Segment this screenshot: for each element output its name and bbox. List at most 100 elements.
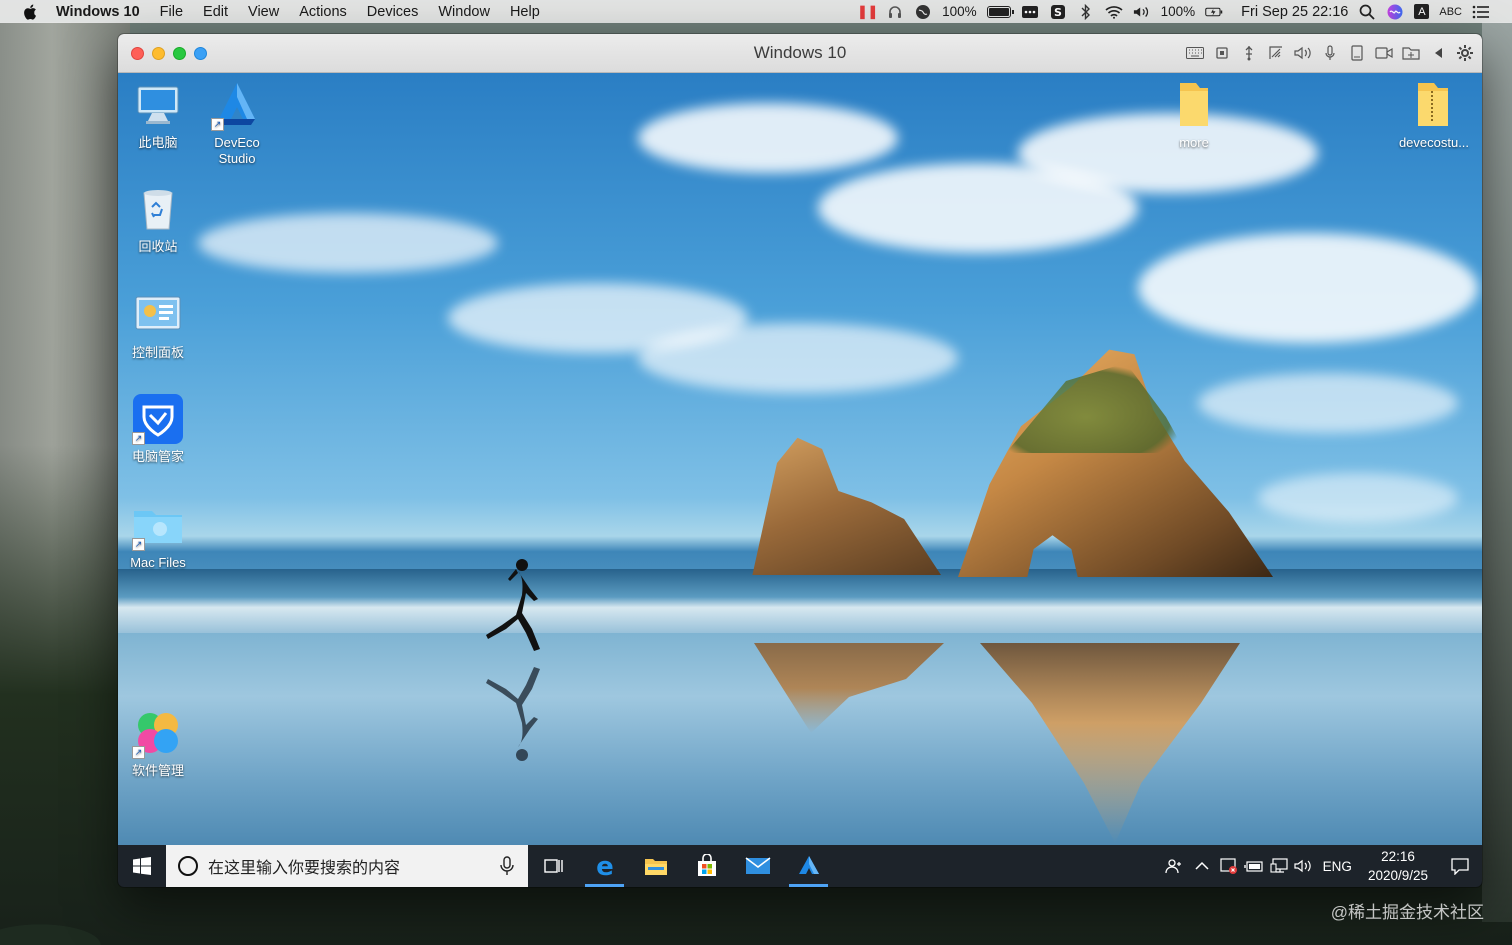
apple-menu-icon[interactable]: [22, 3, 40, 21]
bluetooth-icon[interactable]: [1077, 3, 1095, 20]
menu-file[interactable]: File: [160, 4, 183, 20]
input-source-label[interactable]: ABC: [1439, 6, 1462, 18]
windows-logo-icon: [133, 857, 151, 875]
action-center-icon[interactable]: [1438, 857, 1482, 875]
network-icon[interactable]: [1267, 858, 1292, 874]
battery-percent-1: 100%: [942, 4, 977, 19]
cortana-icon[interactable]: [178, 856, 198, 876]
menubar-status-area: ❚❚ 100% S 100% Fri Sep 25 22:16 A ABC: [857, 3, 1512, 20]
menubar-datetime[interactable]: Fri Sep 25 22:16: [1241, 4, 1348, 20]
desktop-icon-devecostudio-zip[interactable]: devecostu...: [1394, 79, 1474, 151]
menu-app-name[interactable]: Windows 10: [56, 4, 140, 20]
dots-icon[interactable]: [1021, 4, 1039, 20]
desktop-icon-deveco-studio[interactable]: ↗ DevEco Studio: [197, 79, 277, 167]
cloud: [1138, 233, 1478, 343]
desktop-icon-control-panel[interactable]: 控制面板: [118, 289, 198, 361]
taskbar-file-explorer-app[interactable]: [630, 845, 681, 887]
security-alert-icon[interactable]: [1217, 857, 1242, 875]
show-hidden-icons-chevron-icon[interactable]: [1187, 861, 1217, 871]
cloud: [198, 213, 498, 273]
cloud: [1198, 373, 1458, 433]
desktop-icon-label: more: [1179, 135, 1209, 150]
battery-icon[interactable]: [986, 5, 1014, 18]
taskbar-edge-app[interactable]: e: [579, 845, 630, 887]
input-language-indicator[interactable]: ENG: [1317, 859, 1358, 874]
zip-folder-icon: [1418, 83, 1448, 126]
deveco-studio-icon: ↗: [211, 79, 263, 131]
menu-devices[interactable]: Devices: [367, 4, 419, 20]
vm-titlebar[interactable]: Windows 10: [118, 34, 1482, 73]
menu-actions[interactable]: Actions: [299, 4, 347, 20]
desktop-icon-label: DevEco Studio: [214, 135, 260, 166]
desktop-icon-label: 此电脑: [138, 135, 178, 150]
desktop-icon-label: 控制面板: [131, 345, 184, 360]
siri-icon[interactable]: [1386, 4, 1404, 20]
recycle-bin-icon: [143, 190, 173, 230]
mac-files-folder-icon: ↗: [132, 499, 184, 551]
taskbar-deveco-studio-app[interactable]: [783, 845, 834, 887]
cloud: [638, 103, 898, 173]
deveco-studio-icon: [798, 856, 819, 874]
desktop-icon-pc-manager[interactable]: ↗ 电脑管家: [118, 393, 198, 465]
sea: [118, 569, 1482, 639]
parallels-pause-icon[interactable]: ❚❚: [857, 4, 879, 20]
taskbar-search-box[interactable]: 在这里输入你要搜索的内容: [166, 845, 528, 887]
start-button[interactable]: [118, 845, 166, 887]
folder-icon: [1180, 83, 1208, 126]
windows-desktop[interactable]: 此电脑 ↗ DevEco Studio 回收站 控制面板 ↗ 电脑管家 ↗ Ma…: [118, 73, 1482, 845]
mac-wallpaper-right-edge: [1482, 22, 1512, 922]
menu-help[interactable]: Help: [510, 4, 540, 20]
watermark: @稀土掘金技术社区: [1330, 903, 1484, 922]
globe-icon[interactable]: [914, 4, 932, 20]
file-explorer-icon: [644, 859, 667, 875]
system-tray: ENG 22:16 2020/9/25: [1162, 845, 1482, 887]
mac-menubar: Windows 10 File Edit View Actions Device…: [0, 0, 1512, 23]
mail-icon: [745, 857, 770, 874]
s-app-icon[interactable]: S: [1049, 4, 1067, 20]
desktop-icon-more[interactable]: more: [1154, 79, 1234, 151]
battery-percent-2: 100%: [1160, 4, 1196, 19]
menu-edit[interactable]: Edit: [203, 4, 228, 20]
desktop-icon-mac-files[interactable]: ↗ Mac Files: [118, 499, 198, 571]
cloud: [638, 323, 958, 393]
notification-center-icon[interactable]: [1472, 4, 1490, 20]
windows-taskbar: 在这里输入你要搜索的内容 e ENG 22:16 2020/9/25: [118, 845, 1482, 887]
people-icon[interactable]: [1162, 858, 1187, 874]
desktop-icon-label: 回收站: [138, 239, 178, 254]
desktop-icon-recycle-bin[interactable]: 回收站: [118, 183, 198, 255]
svg-text:e: e: [596, 853, 614, 879]
desktop-icon-label: devecostu...: [1398, 135, 1470, 150]
power-battery-icon[interactable]: [1242, 859, 1267, 873]
desktop-icon-label: Mac Files: [130, 555, 186, 570]
headphones-icon[interactable]: [886, 4, 904, 20]
desktop-icon-label: 电脑管家: [131, 449, 184, 464]
computer-icon: [137, 86, 179, 124]
clock-time: 22:16: [1381, 849, 1415, 864]
task-view-icon: [543, 859, 563, 873]
desktop-icon-software-manager[interactable]: ↗ 软件管理: [118, 707, 198, 779]
runner-reflection: [486, 667, 540, 761]
task-view-button[interactable]: [528, 845, 579, 887]
edge-browser-icon: e: [596, 853, 614, 879]
microphone-icon[interactable]: [500, 856, 514, 876]
sea-rock-left: [752, 437, 941, 575]
battery-charging-icon[interactable]: [1205, 4, 1223, 20]
input-source-badge[interactable]: A: [1414, 4, 1430, 19]
pc-manager-icon: ↗: [132, 393, 184, 445]
wifi-icon[interactable]: [1105, 4, 1123, 20]
taskbar-store-app[interactable]: [681, 845, 732, 887]
cloud: [1258, 473, 1458, 523]
desktop-icon-label: 软件管理: [131, 763, 184, 778]
taskbar-mail-app[interactable]: [732, 845, 783, 887]
menu-window[interactable]: Window: [438, 4, 490, 20]
menu-view[interactable]: View: [248, 4, 279, 20]
spotlight-search-icon[interactable]: [1358, 4, 1376, 20]
taskbar-clock[interactable]: 22:16 2020/9/25: [1358, 847, 1438, 885]
parallels-vm-window: Windows 10 此电脑 ↗ DevEco Studio 回收站 控制面板 …: [118, 34, 1482, 887]
volume-icon[interactable]: [1292, 859, 1317, 873]
desktop-icon-this-pc[interactable]: 此电脑: [118, 79, 198, 151]
volume-icon[interactable]: [1133, 4, 1151, 20]
microsoft-store-icon: [697, 854, 716, 876]
clock-date: 2020/9/25: [1367, 868, 1428, 883]
search-placeholder: 在这里输入你要搜索的内容: [208, 860, 401, 877]
